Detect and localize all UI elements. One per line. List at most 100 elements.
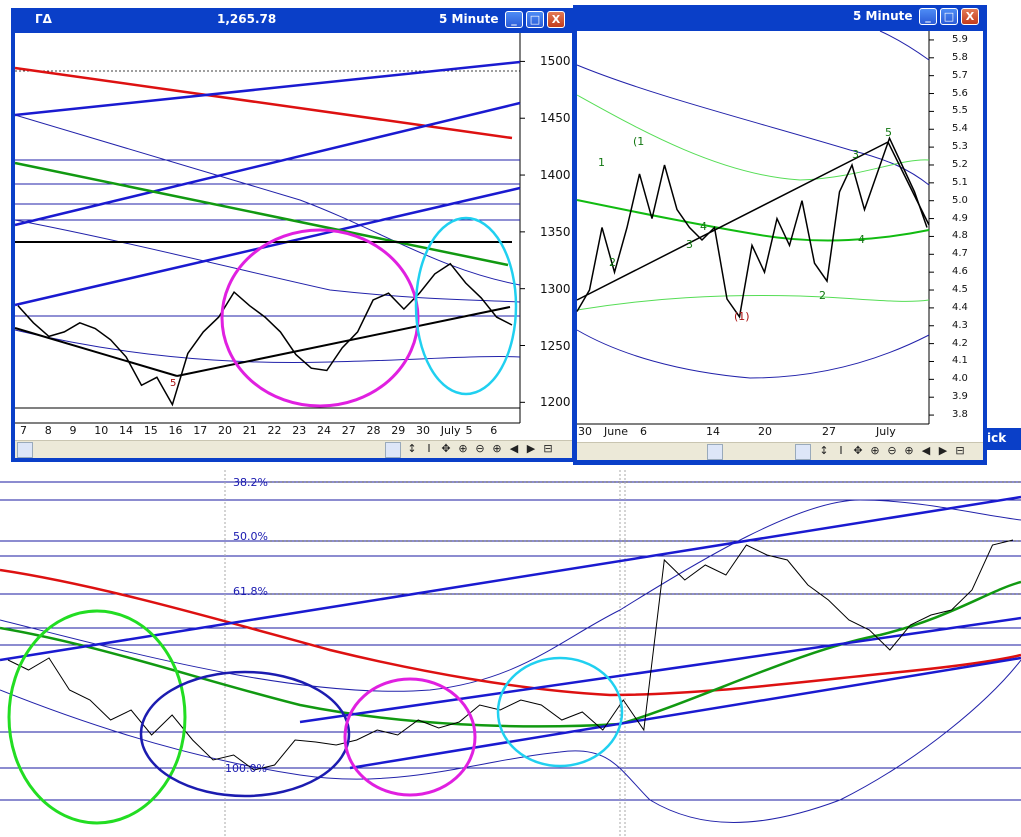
right-scrollbar[interactable]: ↕ I ✥ ⊕ ⊖ ⊕ ◀ ▶ ⊟: [577, 442, 983, 460]
right-close-button[interactable]: X: [961, 8, 979, 25]
left-y-label: 1300: [540, 281, 571, 296]
upper-envelope: [0, 499, 1021, 692]
right-scroll-right-button[interactable]: [795, 444, 811, 460]
left-close-button[interactable]: X: [547, 11, 565, 28]
right-titlebar[interactable]: 5 Minute _ □ X: [573, 5, 987, 29]
right-x-label: 6: [640, 425, 647, 438]
background-window-edge: ick: [987, 428, 1021, 450]
cyan-circle: [496, 656, 624, 768]
left-tool-5[interactable]: ⊕: [490, 442, 504, 455]
right-x-label: 30: [578, 425, 592, 438]
right-scroll-left-button[interactable]: [707, 444, 723, 460]
right-tool-8[interactable]: ⊟: [953, 444, 967, 457]
right-y-label: 4.1: [952, 355, 968, 367]
partial-button-text: ick: [987, 431, 1007, 445]
right-wave-label: 2: [609, 256, 616, 269]
green-circle: [7, 609, 187, 825]
left-x-label: 14: [119, 424, 133, 437]
right-y-label: 5.1: [952, 176, 968, 188]
left-x-label: 28: [366, 424, 381, 437]
fib-label-38: 38.2%: [233, 476, 268, 489]
right-y-label: 4.0: [952, 373, 968, 385]
left-scrollbar[interactable]: ↕ I ✥ ⊕ ⊖ ⊕ ◀ ▶ ⊟: [15, 440, 572, 458]
bottom-chart: [0, 470, 1021, 837]
left-tool-2[interactable]: ✥: [439, 442, 453, 455]
right-y-label: 4.4: [952, 301, 968, 313]
left-x-label: 5: [465, 424, 473, 437]
right-y-label: 4.7: [952, 248, 968, 260]
right-chart-window: 1(12345(1)234: [573, 5, 987, 465]
left-x-label: 27: [341, 424, 356, 437]
left-title-price: 1,265.78: [217, 12, 277, 26]
right-wave-label: 3: [686, 238, 693, 251]
right-y-label: 5.5: [952, 105, 968, 117]
left-x-label: 22: [267, 424, 282, 437]
left-y-label: 1200: [540, 395, 571, 410]
right-tool-5[interactable]: ⊕: [902, 444, 916, 457]
left-minimize-button[interactable]: _: [505, 11, 523, 28]
right-x-label: 27: [822, 425, 836, 438]
right-tool-1[interactable]: I: [834, 444, 848, 457]
right-wave-label: 4: [858, 233, 865, 246]
left-chart-window: [11, 8, 576, 462]
right-y-label: 4.2: [952, 337, 968, 349]
right-y-label: 5.8: [952, 51, 968, 63]
right-y-label: 4.3: [952, 319, 968, 331]
left-tool-0[interactable]: ↕: [405, 442, 419, 455]
chart-canvas: 1(12345(1)234: [0, 5, 1021, 837]
left-titlebar[interactable]: ΓΔ 1,265.78 5 Minute _ □ X: [11, 8, 576, 32]
right-y-label: 5.2: [952, 158, 968, 170]
left-tool-8[interactable]: ⊟: [541, 442, 555, 455]
left-tool-7[interactable]: ▶: [524, 442, 538, 455]
right-tool-4[interactable]: ⊖: [885, 444, 899, 457]
left-x-label: 20: [218, 424, 232, 437]
fib-label-100: 100.0%: [225, 762, 267, 775]
right-wave-label: 3: [852, 148, 859, 161]
right-wave-label: 4: [700, 220, 707, 233]
left-y-label: 1250: [540, 338, 571, 353]
fib-label-61: 61.8%: [233, 585, 268, 598]
right-x-label: June: [604, 425, 628, 438]
left-title-symbol: ΓΔ: [35, 12, 52, 26]
right-maximize-button[interactable]: □: [940, 8, 958, 25]
left-y-label: 1350: [540, 224, 571, 239]
bottom-price-line: [7, 539, 1014, 771]
left-wave-5-label: 5: [170, 378, 177, 389]
right-y-label: 4.9: [952, 212, 968, 224]
left-tool-1[interactable]: I: [422, 442, 436, 455]
left-x-label: 8: [44, 424, 52, 437]
right-wave-label: 1: [598, 156, 605, 169]
left-x-label: 6: [490, 424, 498, 437]
left-tool-4[interactable]: ⊖: [473, 442, 487, 455]
right-y-label: 5.4: [952, 123, 968, 135]
right-tool-2[interactable]: ✥: [851, 444, 865, 457]
left-scroll-left-button[interactable]: [17, 442, 33, 458]
left-x-label: 15: [143, 424, 158, 437]
right-y-label: 3.8: [952, 409, 968, 421]
left-y-label: 1400: [540, 168, 571, 183]
right-y-label: 4.8: [952, 230, 968, 242]
right-tool-3[interactable]: ⊕: [868, 444, 882, 457]
right-y-label: 3.9: [952, 391, 968, 403]
right-minimize-button[interactable]: _: [919, 8, 937, 25]
right-wave-label: (1: [633, 135, 644, 148]
right-x-label: July: [876, 425, 896, 438]
left-maximize-button[interactable]: □: [526, 11, 544, 28]
right-x-label: 20: [758, 425, 772, 438]
right-y-label: 5.7: [952, 69, 968, 81]
right-tool-0[interactable]: ↕: [817, 444, 831, 457]
left-tool-6[interactable]: ◀: [507, 442, 521, 455]
right-y-label: 5.3: [952, 141, 968, 153]
left-tool-3[interactable]: ⊕: [456, 442, 470, 455]
left-x-label: 30: [416, 424, 430, 437]
right-title-interval: 5 Minute: [853, 9, 913, 23]
right-tool-6[interactable]: ◀: [919, 444, 933, 457]
right-x-label: 14: [706, 425, 720, 438]
left-scroll-right-button[interactable]: [385, 442, 401, 458]
right-x-axis-bg: [577, 424, 983, 442]
left-x-label: 10: [94, 424, 109, 437]
right-wave-label: 2: [819, 289, 826, 302]
right-tool-7[interactable]: ▶: [936, 444, 950, 457]
left-x-label: 16: [168, 424, 183, 437]
right-y-label: 5.0: [952, 194, 968, 206]
